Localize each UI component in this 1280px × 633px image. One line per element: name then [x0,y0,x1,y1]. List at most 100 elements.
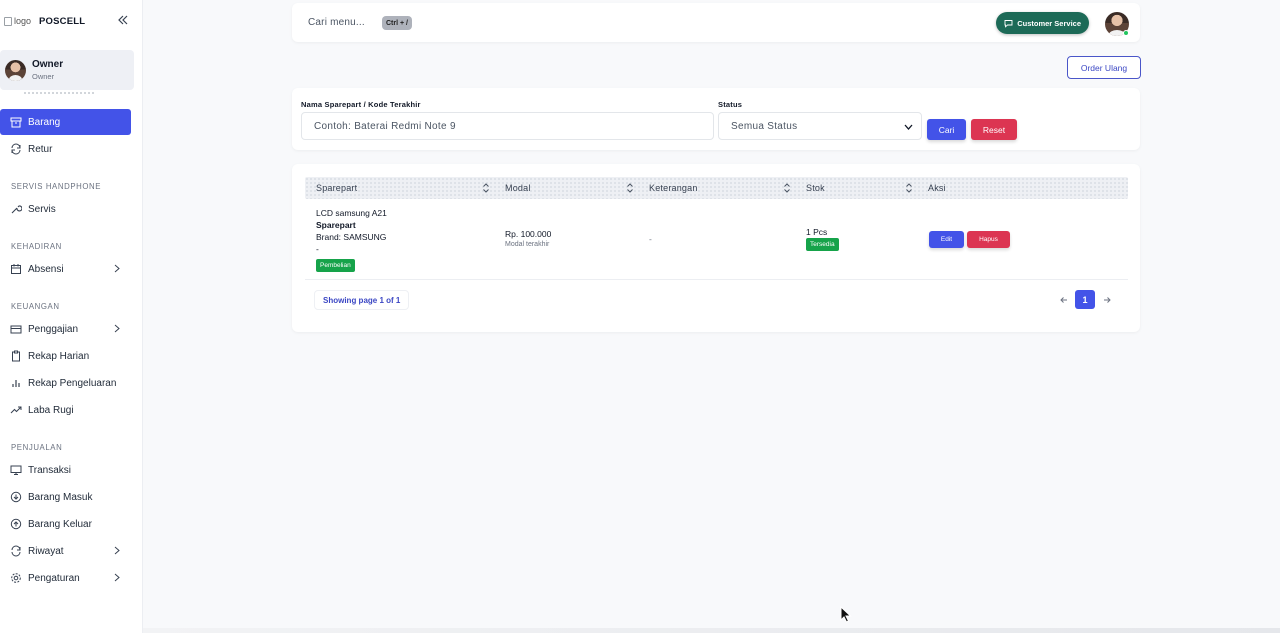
sidebar-item-pengaturan[interactable]: Pengaturan [0,565,131,591]
menu-search-input[interactable]: Cari menu... [308,17,365,28]
sparepart-table-card: Sparepart Modal Keterangan Stok Aksi LCD… [292,164,1140,332]
sidebar-item-label: Rekap Pengeluaran [28,377,117,389]
section-penjualan: PENJUALAN [11,443,63,452]
user-card[interactable]: Owner Owner [0,50,134,90]
sidebar-item-servis[interactable]: Servis [0,196,131,222]
row-divider [305,279,1128,280]
filter-card: Nama Sparepart / Kode Terakhir Contoh: B… [292,88,1140,150]
sidebar-item-label: Riwayat [28,545,64,557]
sidebar-item-label: Servis [28,203,56,215]
pagination-info: Showing page 1 of 1 [314,290,410,310]
arrow-left-icon[interactable] [1059,295,1069,305]
delete-button[interactable]: Hapus [967,231,1010,248]
arrow-down-circle-icon [10,491,22,503]
chevron-down-icon [904,124,913,130]
sort-icon[interactable] [905,182,913,194]
table-header: Sparepart Modal Keterangan Stok Aksi [305,177,1128,199]
sidebar-item-rekap-harian[interactable]: Rekap Harian [0,343,131,369]
keterangan-value: - [649,234,652,244]
order-ulang-button[interactable]: Order Ulang [1067,56,1141,79]
monitor-icon [10,464,22,476]
collapse-sidebar-icon[interactable] [117,14,129,26]
sidebar-item-absensi[interactable]: Absensi [0,256,131,282]
brand-logo: logo [4,16,31,26]
scrolled-menu-item [24,92,94,96]
sidebar-item-retur[interactable]: Retur [0,136,131,162]
search-button[interactable]: Cari [927,119,966,140]
sidebar-item-label: Retur [28,143,53,155]
profile-avatar[interactable] [1105,12,1129,36]
credit-card-icon [10,323,22,335]
user-role: Owner [32,72,55,81]
sparepart-extra: - [316,244,319,254]
sidebar-item-label: Barang Masuk [28,491,93,503]
status-select-value: Semua Status [731,120,798,132]
sparepart-name-label: Nama Sparepart / Kode Terakhir [301,100,421,109]
sidebar-item-barang[interactable]: Barang [0,109,131,135]
sidebar-item-label: Rekap Harian [28,350,90,362]
column-header-aksi: Aksi [928,183,946,193]
trending-up-icon [10,404,22,416]
sidebar-item-label: Barang [28,116,61,128]
wrench-icon [10,203,22,215]
repeat-icon [10,545,22,557]
sparepart-type: Sparepart [316,220,356,230]
column-header-stok[interactable]: Stok [806,183,825,193]
customer-service-button[interactable]: Customer Service [996,12,1089,34]
sort-icon[interactable] [482,182,490,194]
page-number-button[interactable]: 1 [1075,290,1095,309]
status-label: Status [718,100,743,109]
column-header-keterangan[interactable]: Keterangan [649,183,698,193]
brand: logo POSCELL [4,12,139,30]
chat-icon [1004,19,1013,28]
column-header-sparepart[interactable]: Sparepart [316,183,357,193]
sidebar-item-label: Laba Rugi [28,404,74,416]
status-select[interactable]: Semua Status [718,112,922,140]
section-servis-handphone: SERVIS HANDPHONE [11,182,102,191]
sparepart-brand: Brand: SAMSUNG [316,232,387,242]
sort-icon[interactable] [783,182,791,194]
sidebar-item-barang-keluar[interactable]: Barang Keluar [0,511,131,537]
modal-value: Rp. 100.000 [505,229,552,239]
column-header-modal[interactable]: Modal [505,183,531,193]
bottom-strip [143,628,1280,633]
refresh-icon [10,143,22,155]
purchase-badge: Pembelian [316,259,355,272]
gear-icon [10,572,22,584]
sidebar-item-label: Barang Keluar [28,518,92,530]
customer-service-label: Customer Service [1017,18,1081,28]
sparepart-search-input[interactable]: Contoh: Baterai Redmi Note 9 [301,112,714,140]
bar-chart-icon [10,377,22,389]
shortcut-badge: Ctrl + / [382,16,412,30]
sidebar-item-barang-masuk[interactable]: Barang Masuk [0,484,131,510]
user-name: Owner [32,59,64,70]
clipboard-icon [10,350,22,362]
arrow-up-circle-icon [10,518,22,530]
chevron-right-icon [114,324,120,333]
sidebar-item-label: Penggajian [28,323,79,335]
stock-quantity: 1 Pcs [806,227,828,237]
online-status-dot [1123,30,1129,36]
arrow-right-icon[interactable] [1102,295,1112,305]
logo-alt-text: logo [14,16,32,26]
sidebar-item-penggajian[interactable]: Penggajian [0,316,131,342]
sidebar-item-rekap-pengeluaran[interactable]: Rekap Pengeluaran [0,370,131,396]
sidebar-item-riwayat[interactable]: Riwayat [0,538,131,564]
edit-button[interactable]: Edit [929,231,964,248]
chevron-right-icon [114,264,120,273]
sidebar-item-transaksi[interactable]: Transaksi [0,457,131,483]
sidebar: logo POSCELL Owner Owner Barang Retur SE… [0,0,143,633]
sidebar-item-label: Pengaturan [28,572,80,584]
reset-button[interactable]: Reset [971,119,1017,140]
archive-box-icon [10,116,22,128]
sidebar-item-label: Transaksi [28,464,71,476]
sort-icon[interactable] [626,182,634,194]
calendar-icon [10,263,22,275]
stock-status-badge: Tersedia [806,238,839,251]
chevron-right-icon [114,546,120,555]
section-keuangan: KEUANGAN [11,302,60,311]
section-kehadiran: KEHADIRAN [11,242,62,251]
mouse-cursor-icon [840,606,852,623]
sidebar-item-label: Absensi [28,263,64,275]
sidebar-item-laba-rugi[interactable]: Laba Rugi [0,397,131,423]
